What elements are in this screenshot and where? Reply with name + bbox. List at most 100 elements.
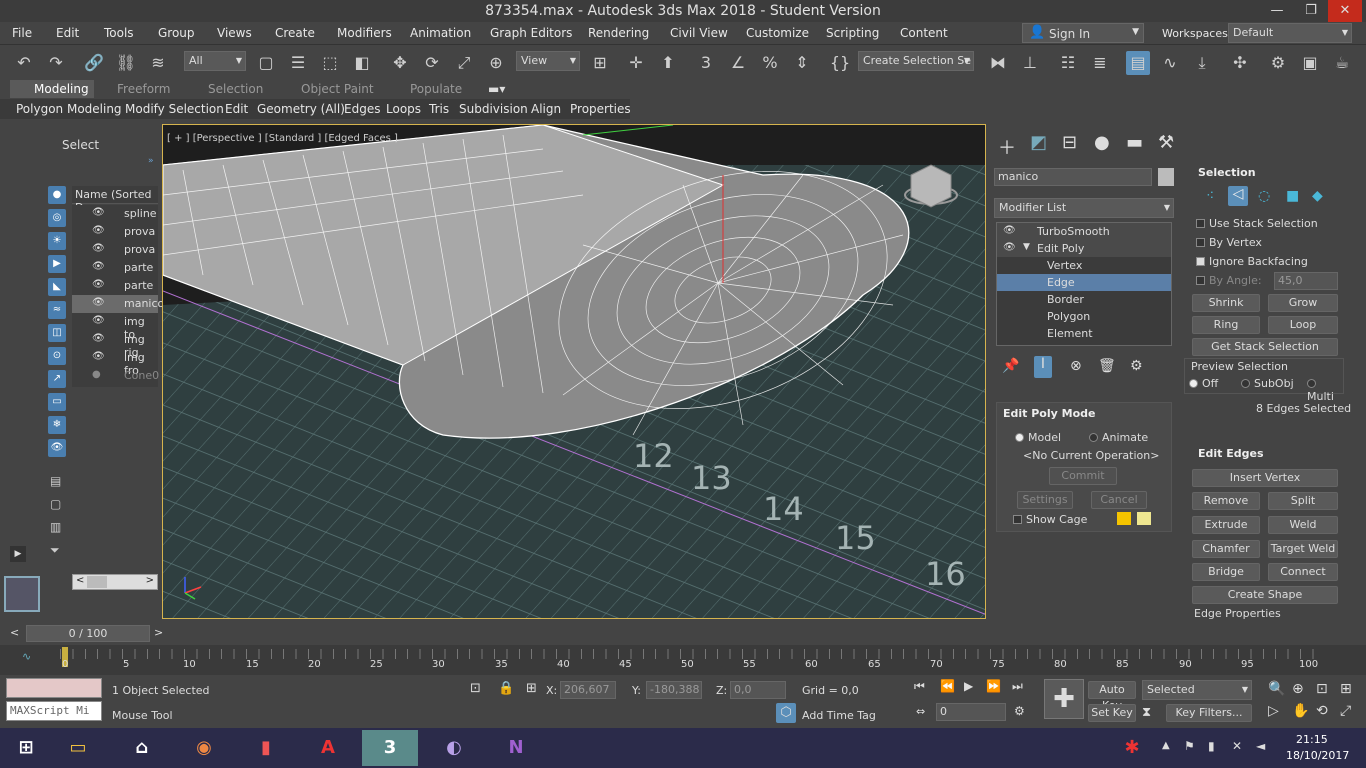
align-icon[interactable]: ⊥ [1018, 51, 1042, 75]
menu-tools[interactable]: Tools [104, 26, 134, 40]
extrude-button[interactable]: Extrude [1192, 516, 1260, 534]
app-cat-icon[interactable]: ◐ [432, 730, 476, 766]
stack-item-edit-poly[interactable]: 👁 ▼ Edit Poly [997, 240, 1171, 257]
bridge-button[interactable]: Bridge [1192, 563, 1260, 581]
stack-item-element[interactable]: Element [997, 325, 1171, 342]
eye-icon[interactable]: 👁 [92, 243, 105, 254]
menu-file[interactable]: File [12, 26, 32, 40]
place-icon[interactable]: ⊕ [484, 51, 508, 75]
snaps-toggle-icon[interactable]: 3 [694, 51, 718, 75]
restore-icon[interactable]: ❐ [1294, 0, 1328, 22]
3dsmax-taskbar-icon[interactable]: 3 [362, 730, 418, 766]
eye-icon[interactable]: 👁 [92, 297, 105, 308]
element-level-icon[interactable]: ◆ [1312, 188, 1323, 204]
tab-freeform[interactable]: Freeform [117, 82, 170, 96]
stack-item-vertex[interactable]: Vertex [997, 257, 1171, 274]
pan-icon[interactable]: ✋ [1292, 703, 1309, 719]
scene-explorer-icon[interactable]: ☷ [1056, 51, 1080, 75]
home-icon[interactable]: ⌂ [120, 730, 164, 766]
key-mode-icon[interactable]: ⇔ [916, 705, 925, 718]
ribbon-options-icon[interactable]: ▬▾ [488, 82, 505, 96]
set-key-button[interactable]: Set Key [1088, 704, 1136, 722]
find-icon[interactable]: ⏷ [50, 539, 64, 562]
ring-button[interactable]: Ring [1192, 316, 1260, 334]
hierarchy-tab-icon[interactable]: ⊟ [1062, 132, 1077, 153]
menu-graph-editors[interactable]: Graph Editors [490, 26, 572, 40]
track-bar[interactable]: ∿ 0 5 10 15 20 25 30 35 40 45 50 55 60 6… [0, 645, 1366, 675]
scroll-thumb[interactable] [87, 576, 107, 588]
by-vertex-checkbox[interactable]: By Vertex [1196, 236, 1262, 249]
clock-date[interactable]: 18/10/2017 [1286, 749, 1349, 762]
rendered-frame-icon[interactable]: ▣ [1298, 51, 1322, 75]
by-angle-checkbox[interactable]: By Angle: [1196, 274, 1262, 287]
current-frame-spinner[interactable]: 0 [936, 703, 1006, 721]
menu-scripting[interactable]: Scripting [826, 26, 879, 40]
eye-icon[interactable]: 👁 [92, 279, 105, 290]
move-icon[interactable]: ✥ [388, 51, 412, 75]
polygon-level-icon[interactable]: ■ [1286, 188, 1299, 204]
edit-poly-title[interactable]: Edit Poly Mode [1003, 407, 1095, 420]
menu-edit[interactable]: Edit [56, 26, 79, 40]
list-item[interactable]: 👁 prova [72, 241, 158, 259]
collapse-icon[interactable]: ▼ [1023, 242, 1030, 252]
display-containers-icon[interactable]: ▭ [48, 393, 66, 411]
mirror-icon[interactable]: ⧓ [986, 51, 1010, 75]
edit-edges-title[interactable]: Edit Edges [1198, 447, 1264, 460]
panel-align[interactable]: Align [531, 102, 561, 116]
display-bones-icon[interactable]: ↗ [48, 370, 66, 388]
add-time-tag[interactable]: Add Time Tag [802, 709, 876, 722]
expand-icon[interactable]: » [148, 156, 154, 166]
invert-display-icon[interactable]: ▥ [50, 516, 64, 539]
stack-item-edge[interactable]: Edge [997, 274, 1171, 291]
cage-color-swatch[interactable] [1117, 512, 1131, 525]
menu-rendering[interactable]: Rendering [588, 26, 649, 40]
zoom-all-icon[interactable]: ⊕ [1292, 681, 1304, 697]
cancel-button[interactable]: Cancel [1091, 491, 1147, 509]
isolate-icon[interactable]: ⊡ [470, 681, 481, 696]
stack-item-border[interactable]: Border [997, 291, 1171, 308]
menu-views[interactable]: Views [217, 26, 252, 40]
reference-coord-dropdown[interactable]: View [516, 51, 580, 71]
material-editor-icon[interactable]: ✣ [1228, 51, 1252, 75]
display-tab-icon[interactable]: ▬ [1126, 132, 1143, 153]
minimize-icon[interactable]: — [1260, 0, 1294, 22]
window-crossing-icon[interactable]: ◧ [350, 51, 374, 75]
tab-populate[interactable]: Populate [410, 82, 462, 96]
object-name-input[interactable]: manico [994, 168, 1152, 186]
auto-key-button[interactable]: Auto Key [1088, 681, 1136, 712]
tray-volume-icon[interactable]: ◄ [1256, 739, 1265, 753]
signin-dropdown[interactable]: 👤 Sign In ▼ [1022, 23, 1144, 43]
tab-selection[interactable]: Selection [208, 82, 263, 96]
list-item[interactable]: 👁 img to [72, 313, 158, 341]
scene-hscrollbar[interactable]: < > [72, 574, 158, 590]
eye-icon[interactable]: 👁 [92, 207, 105, 218]
display-xrefs-icon[interactable]: ⊙ [48, 347, 66, 365]
display-cameras-icon[interactable]: ▶ [48, 255, 66, 273]
display-none-icon[interactable]: ▢ [50, 493, 64, 516]
menu-modifiers[interactable]: Modifiers [337, 26, 392, 40]
antivirus-tray-icon[interactable]: ✱ [1110, 730, 1154, 766]
next-key-icon[interactable]: ⏩ [986, 679, 1001, 693]
scale-icon[interactable]: ⤢ [452, 51, 476, 75]
create-tab-icon[interactable]: ＋ [998, 134, 1016, 160]
viewport-layout-icon[interactable] [4, 576, 40, 612]
scroll-left-icon[interactable]: < [76, 575, 84, 586]
radio-model[interactable]: Model [1015, 431, 1061, 444]
tray-flag-icon[interactable]: ⚑ [1184, 739, 1195, 753]
scene-column-header[interactable]: Name (Sorted De [72, 186, 158, 214]
show-end-result-icon[interactable]: Ⅰ [1034, 356, 1052, 378]
panel-loops[interactable]: Loops [386, 102, 421, 116]
angle-snap-icon[interactable]: ∠ [726, 51, 750, 75]
list-item[interactable]: ● Cone0 [72, 367, 159, 385]
radio-animate[interactable]: Animate [1089, 431, 1148, 444]
render-setup-icon[interactable]: ⚙ [1266, 51, 1290, 75]
cage-selected-color-swatch[interactable] [1137, 512, 1151, 525]
redo-icon[interactable]: ↷ [44, 51, 68, 75]
maxscript-input[interactable]: MAXScript Mi [6, 701, 102, 721]
list-item[interactable]: 👁 img fro [72, 349, 158, 377]
pivot-center-icon[interactable]: ⊞ [588, 51, 612, 75]
settings-button[interactable]: Settings [1017, 491, 1073, 509]
list-item[interactable]: 👁 parte [72, 277, 158, 295]
prev-key-icon[interactable]: ⏪ [940, 679, 955, 693]
eye-icon[interactable]: 👁 [92, 351, 105, 362]
